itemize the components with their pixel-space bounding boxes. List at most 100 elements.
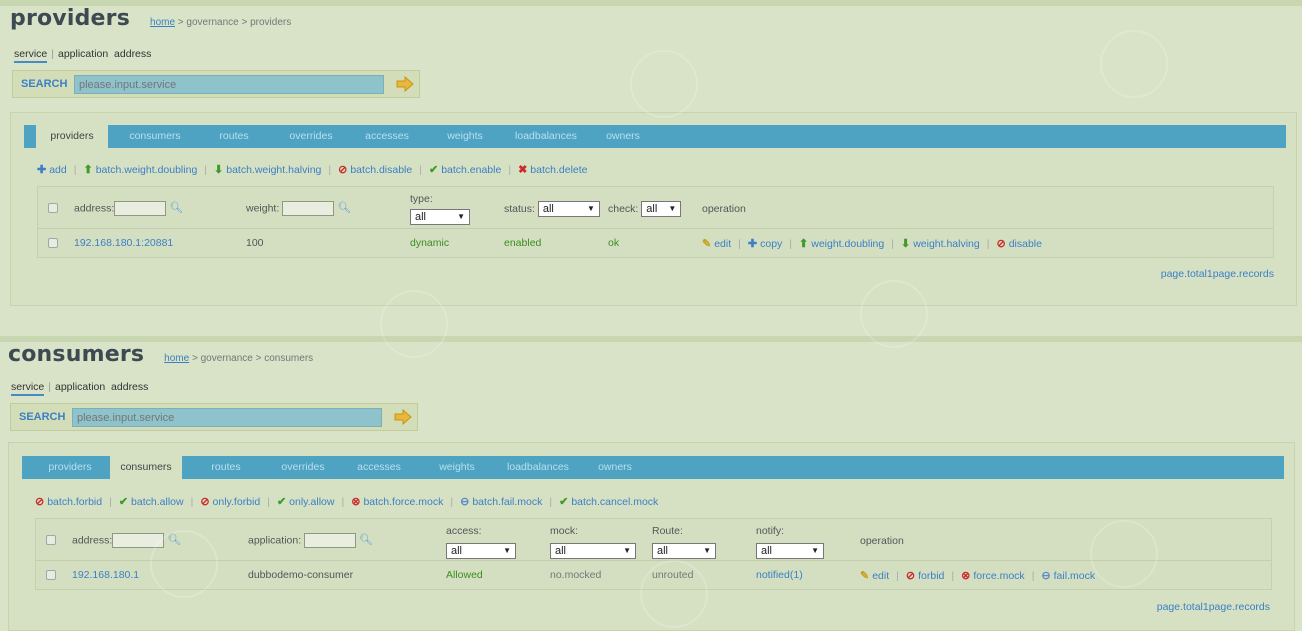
breadcrumb-home-link[interactable]: home <box>150 17 175 28</box>
mode-service[interactable]: service <box>11 381 45 396</box>
mode-address[interactable]: address <box>114 48 151 60</box>
tab-routes[interactable]: routes <box>210 125 258 148</box>
tab-loadbalances[interactable]: loadbalances <box>504 125 588 148</box>
weight-filter-input[interactable] <box>282 201 335 216</box>
route-select[interactable]: all ▼ <box>652 543 716 559</box>
application-filter: application: 🔍︎ <box>248 533 374 548</box>
tab-weights[interactable]: weights <box>430 456 484 479</box>
add-button[interactable]: ✚ add <box>37 163 67 176</box>
address-filter-input[interactable] <box>114 201 167 216</box>
page-title: consumers <box>8 342 145 367</box>
prohibited-icon: ⊘ <box>338 164 348 176</box>
access-column-label: access: <box>446 525 482 537</box>
edit-button[interactable]: ✎ edit <box>702 238 731 250</box>
batch-delete-button[interactable]: ✖ batch.delete <box>518 163 587 176</box>
row-address-link[interactable]: 192.168.180.1:20881 <box>74 237 173 249</box>
select-all-checkbox[interactable] <box>48 203 58 213</box>
batch-force-mock-button[interactable]: ⊗ batch.force.mock <box>351 495 443 508</box>
batch-allow-button[interactable]: ✔ batch.allow <box>119 495 184 508</box>
search-mode-switch: service | application address <box>11 381 148 396</box>
row-address-link[interactable]: 192.168.180.1 <box>72 569 139 581</box>
tab-weights[interactable]: weights <box>438 125 492 148</box>
breadcrumb: home > governance > consumers <box>164 353 313 364</box>
watermark <box>380 290 448 358</box>
notify-select[interactable]: all ▼ <box>756 543 824 559</box>
select-all-checkbox[interactable] <box>46 535 56 545</box>
row-mock: no.mocked <box>550 569 602 581</box>
batch-forbid-button[interactable]: ⊘ batch.forbid <box>35 495 102 508</box>
batch-weight-doubling-button[interactable]: ⬆ batch.weight.doubling <box>83 163 197 176</box>
search-box: SEARCH <box>10 403 418 431</box>
search-input[interactable] <box>72 408 382 427</box>
tab-accesses[interactable]: accesses <box>356 125 418 148</box>
tab-bar: providers consumers routes overrides acc… <box>24 125 1286 148</box>
tab-loadbalances[interactable]: loadbalances <box>496 456 580 479</box>
operation-column-label: operation <box>702 203 746 215</box>
tab-providers[interactable]: providers <box>34 456 106 479</box>
search-mode-switch: service | application address <box>14 48 151 63</box>
batch-weight-halving-button[interactable]: ⬇ batch.weight.halving <box>214 163 321 176</box>
batch-fail-mock-button[interactable]: ⊖ batch.fail.mock <box>460 495 542 508</box>
mode-application[interactable]: application <box>58 48 108 60</box>
dropdown-arrow-icon: ▼ <box>668 204 677 213</box>
tab-owners[interactable]: owners <box>590 456 640 479</box>
route-column-label: Route: <box>652 525 683 537</box>
notify-column-label: notify: <box>756 525 785 537</box>
check-select[interactable]: all ▼ <box>641 201 682 217</box>
tab-bar: providers consumers routes overrides acc… <box>22 456 1284 479</box>
minus-circle-icon: ⊖ <box>460 496 470 508</box>
tab-providers[interactable]: providers <box>36 125 108 148</box>
copy-button[interactable]: ✚ copy <box>748 238 782 250</box>
watermark <box>1100 30 1168 98</box>
search-box: SEARCH <box>12 70 420 98</box>
tab-consumers[interactable]: consumers <box>120 125 190 148</box>
forbid-button[interactable]: ⊘ forbid <box>906 570 944 582</box>
search-go-arrow-icon[interactable] <box>396 76 414 92</box>
search-label: SEARCH <box>19 411 66 423</box>
weight-filter: weight: 🔍︎ <box>246 201 352 216</box>
type-select[interactable]: all ▼ <box>410 209 470 225</box>
dropdown-arrow-icon: ▼ <box>811 546 819 555</box>
tab-overrides[interactable]: overrides <box>280 125 342 148</box>
row-checkbox[interactable] <box>48 238 58 248</box>
check-icon: ✔ <box>118 496 129 508</box>
access-select[interactable]: all ▼ <box>446 543 516 559</box>
row-type: dynamic <box>410 237 450 249</box>
search-icon[interactable]: 🔍︎ <box>169 201 183 214</box>
mode-address[interactable]: address <box>111 381 148 393</box>
tab-routes[interactable]: routes <box>202 456 250 479</box>
check-filter: check: all ▼ <box>608 201 682 217</box>
batch-cancel-mock-button[interactable]: ✔ batch.cancel.mock <box>559 495 658 508</box>
only-forbid-button[interactable]: ⊘ only.forbid <box>200 495 260 508</box>
breadcrumb-home-link[interactable]: home <box>164 353 189 364</box>
dropdown-arrow-icon: ▼ <box>623 546 631 555</box>
tab-overrides[interactable]: overrides <box>272 456 334 479</box>
disable-button[interactable]: ⊘ disable <box>996 238 1042 250</box>
search-icon[interactable]: 🔍︎ <box>359 533 373 546</box>
row-operations: ✎ edit | ⊘ forbid | ⊗ force.mock | ⊖ fail.mock <box>860 570 1096 582</box>
status-select[interactable]: all ▼ <box>537 201 600 217</box>
tab-accesses[interactable]: accesses <box>348 456 410 479</box>
batch-disable-button[interactable]: ⊘ batch.disable <box>338 163 412 176</box>
row-checkbox[interactable] <box>46 570 56 580</box>
batch-actions: ✚ add | ⬆ batch.weight.doubling | ⬇ batch.weigh… <box>37 163 588 176</box>
tab-consumers[interactable]: consumers <box>110 456 182 479</box>
mode-application[interactable]: application <box>55 381 105 393</box>
dropdown-arrow-icon: ▼ <box>457 212 465 221</box>
search-icon[interactable]: 🔍︎ <box>337 201 351 214</box>
fail-mock-button[interactable]: ⊖ fail.mock <box>1041 570 1095 582</box>
row-notify-link[interactable]: notified(1) <box>756 569 803 581</box>
breadcrumb: home > governance > providers <box>150 17 291 28</box>
force-mock-button[interactable]: ⊗ force.mock <box>961 570 1025 582</box>
tab-owners[interactable]: owners <box>598 125 648 148</box>
mode-service[interactable]: service <box>14 48 48 63</box>
application-filter-input[interactable] <box>304 533 357 548</box>
batch-enable-button[interactable]: ✔ batch.enable <box>429 163 501 176</box>
weight-doubling-button[interactable]: ⬆ weight.doubling <box>799 238 884 250</box>
mock-select[interactable]: all ▼ <box>550 543 636 559</box>
search-go-arrow-icon[interactable] <box>394 409 412 425</box>
weight-halving-button[interactable]: ⬇ weight.halving <box>901 238 980 250</box>
search-input[interactable] <box>74 75 384 94</box>
only-allow-button[interactable]: ✔ only.allow <box>277 495 335 508</box>
edit-button[interactable]: ✎ edit <box>860 570 889 582</box>
